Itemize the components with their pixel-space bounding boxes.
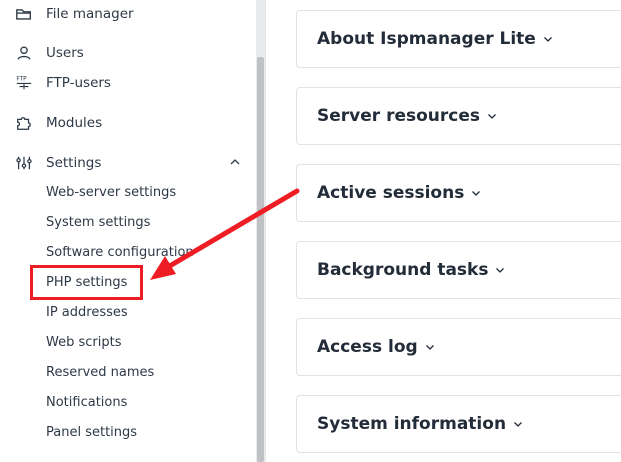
card-system-information[interactable]: System information <box>296 395 621 453</box>
card-title: System information <box>317 414 524 434</box>
sliders-icon <box>14 153 34 173</box>
svg-text:FTP: FTP <box>16 76 27 82</box>
highlight-box <box>30 265 143 300</box>
card-title-text: Server resources <box>317 106 480 126</box>
card-title: Access log <box>317 337 436 357</box>
chevron-down-icon <box>543 37 552 42</box>
sidebar-item-label: File manager <box>46 6 134 22</box>
card-title: Server resources <box>317 106 498 126</box>
card-title: About Ispmanager Lite <box>317 29 554 49</box>
chevron-down-icon <box>472 191 481 196</box>
submenu-item-notifications[interactable]: Notifications <box>46 393 196 413</box>
sidebar-item-settings[interactable]: Settings <box>14 151 250 175</box>
submenu-item-software-configuration[interactable]: Software configuration <box>46 243 196 263</box>
submenu-item-web-scripts[interactable]: Web scripts <box>46 333 196 353</box>
sidebar-item-label: FTP-users <box>46 75 111 91</box>
submenu-item-panel-settings[interactable]: Panel settings <box>46 423 196 443</box>
sidebar-item-modules[interactable]: Modules <box>14 111 250 135</box>
chevron-down-icon <box>496 268 505 273</box>
submenu-item-system-settings[interactable]: System settings <box>46 213 196 233</box>
submenu-item-reserved-names[interactable]: Reserved names <box>46 363 196 383</box>
sidebar-item-file-manager[interactable]: File manager <box>14 2 250 26</box>
chevron-up-icon[interactable] <box>228 155 242 169</box>
sidebar-scrollbar[interactable] <box>256 0 265 462</box>
sidebar-item-label: Users <box>46 45 84 61</box>
folder-icon <box>14 4 34 24</box>
card-about[interactable]: About Ispmanager Lite <box>296 10 621 68</box>
card-server-resources[interactable]: Server resources <box>296 87 621 145</box>
card-title-text: System information <box>317 414 507 434</box>
card-title: Active sessions <box>317 183 482 203</box>
sidebar-item-users[interactable]: Users <box>14 41 250 65</box>
sidebar-divider <box>265 0 266 462</box>
card-title-text: Active sessions <box>317 183 465 203</box>
sidebar-item-label: Modules <box>46 115 103 131</box>
sidebar-item-ftp-users[interactable]: FTP FTP-users <box>14 71 250 95</box>
chevron-down-icon <box>425 345 434 350</box>
submenu-item-web-server-settings[interactable]: Web-server settings <box>46 183 196 203</box>
card-title-text: About Ispmanager Lite <box>317 29 536 49</box>
submenu-item-ip-addresses[interactable]: IP addresses <box>46 303 196 323</box>
card-title-text: Background tasks <box>317 260 489 280</box>
scrollbar-thumb[interactable] <box>257 57 264 462</box>
card-background-tasks[interactable]: Background tasks <box>296 241 621 299</box>
chevron-down-icon <box>488 114 496 119</box>
card-title-text: Access log <box>317 337 418 357</box>
card-title: Background tasks <box>317 260 506 280</box>
user-icon <box>14 43 34 63</box>
ftp-icon: FTP <box>14 73 34 93</box>
sidebar: File manager Users FTP FTP-users Modules <box>0 0 256 462</box>
chevron-down-icon <box>514 422 523 427</box>
card-active-sessions[interactable]: Active sessions <box>296 164 621 222</box>
sidebar-item-label: Settings <box>46 155 102 171</box>
card-access-log[interactable]: Access log <box>296 318 621 376</box>
puzzle-icon <box>14 113 34 133</box>
